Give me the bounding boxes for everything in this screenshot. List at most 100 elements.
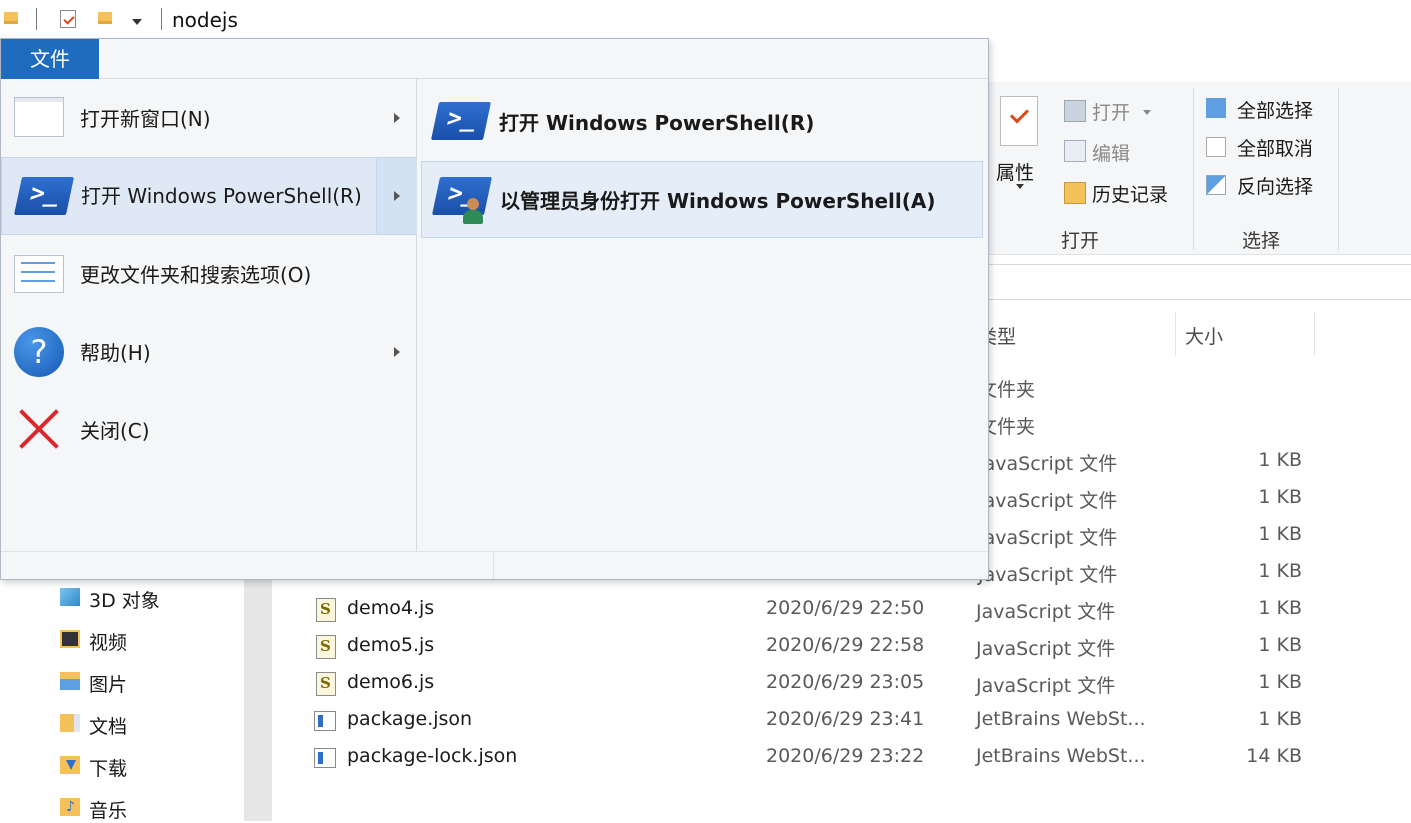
column-divider[interactable] [1175,312,1176,356]
cell-name: demo5.js [347,634,435,656]
group-label-open: 打开 [1061,230,1100,252]
cell-type: JetBrains WebSt... [976,708,1146,730]
json-file-icon [314,748,336,768]
menu-item-help[interactable]: ? 帮助(H) [1,313,417,389]
cell-type: JavaScript 文件 [978,453,1118,475]
pane-splitter[interactable] [244,580,272,821]
invert-selection-icon [1206,175,1226,195]
cell-type: JavaScript 文件 [978,527,1118,549]
submenu-item-open-powershell-admin[interactable]: >_ 以管理员身份打开 Windows PowerShell(A) [421,161,983,238]
properties-quick-icon[interactable] [60,10,76,28]
help-icon: ? [14,327,64,377]
column-header-size[interactable]: 大小 [1185,322,1223,349]
title-bar: nodejs [0,0,1411,38]
select-all-button[interactable]: 全部选择 [1237,96,1313,123]
cell-name: package.json [347,708,473,730]
submenu-item-label: 打开 Windows PowerShell(R) [499,111,815,135]
chevron-right-icon [394,113,400,123]
cell-date: 2020/6/29 23:22 [766,745,925,767]
table-row[interactable]: package-lock.json 2020/6/29 23:22 JetBra… [310,742,1310,776]
menu-item-label: 打开 Windows PowerShell(R) [81,184,362,208]
edit-button[interactable]: 编辑 [1092,139,1130,166]
nav-item-music[interactable]: 音乐 [89,796,127,823]
chevron-down-icon[interactable] [1143,110,1151,115]
cell-date: 2020/6/29 23:41 [766,708,925,730]
group-label-select: 选择 [1242,230,1281,252]
edit-icon [1064,140,1086,162]
menu-item-label: 更改文件夹和搜索选项(O) [80,263,312,287]
nav-item-pictures[interactable]: 图片 [89,670,127,697]
js-file-icon [316,598,336,622]
nav-item-3d-objects[interactable]: 3D 对象 [89,586,160,613]
music-icon: ♪ [60,798,80,816]
cell-size: 14 KB [1246,745,1302,767]
js-file-icon [316,672,336,696]
cell-size: 1 KB [1258,708,1302,730]
cell-size: 1 KB [1258,671,1302,693]
nav-item-documents[interactable]: 文档 [89,712,127,739]
chevron-right-icon [394,191,400,201]
navigation-pane: 3D 对象 视频 图片 文档 下载 ♪ 音乐 [0,580,244,823]
file-menu: 文件 打开新窗口(N) >_ 打开 Windows PowerShell(R) [0,38,989,580]
file-menu-footer [1,551,988,579]
cell-size: 1 KB [1258,449,1302,471]
cell-type: JavaScript 文件 [976,601,1116,623]
table-row[interactable]: demo5.js 2020/6/29 22:58 JavaScript 文件 1… [310,631,1310,665]
pictures-icon [60,672,80,690]
cell-type: JavaScript 文件 [976,638,1116,660]
menu-item-open-new-window[interactable]: 打开新窗口(N) [1,79,417,155]
select-all-icon [1206,98,1226,118]
group-divider [1193,88,1194,250]
menu-item-label: 帮助(H) [80,341,151,365]
invert-selection-button[interactable]: 反向选择 [1237,172,1313,199]
open-button[interactable]: 打开 [1092,98,1130,125]
cell-size: 1 KB [1258,486,1302,508]
table-row[interactable]: demo4.js 2020/6/29 22:50 JavaScript 文件 1… [310,594,1310,628]
select-none-icon [1206,137,1226,157]
cell-type: JavaScript 文件 [976,675,1116,697]
select-none-button[interactable]: 全部取消 [1237,134,1313,161]
cell-type: JetBrains WebSt... [976,745,1146,767]
history-icon [1064,182,1086,204]
cell-name: demo4.js [347,597,435,619]
chevron-down-icon[interactable] [1016,184,1024,189]
cell-size: 1 KB [1258,597,1302,619]
open-icon [1064,100,1086,122]
downloads-icon [60,756,80,774]
menu-item-folder-options[interactable]: 更改文件夹和搜索选项(O) [1,235,417,311]
folder-icon [4,12,18,24]
properties-button[interactable]: 属性 [996,158,1034,185]
cell-size: 1 KB [1258,523,1302,545]
ribbon: 属性 打开 编辑 历史记录 打开 全部选择 全部取消 反向选择 选择 [988,82,1411,255]
cell-date: 2020/6/29 22:50 [766,597,925,619]
column-divider[interactable] [1314,312,1315,356]
table-row[interactable]: package.json 2020/6/29 23:41 JetBrains W… [310,705,1310,739]
menu-item-close[interactable]: 关闭(C) [1,391,417,467]
customize-quick-access-icon[interactable] [132,19,142,25]
submenu-expander[interactable] [377,158,417,234]
menu-item-open-powershell[interactable]: >_ 打开 Windows PowerShell(R) [1,157,417,235]
js-file-icon [316,635,336,659]
cell-type: JavaScript 文件 [978,490,1118,512]
cell-date: 2020/6/29 22:58 [766,634,925,656]
toolbar-divider [36,8,37,30]
powershell-icon: >_ [13,177,75,215]
json-file-icon [314,711,336,731]
file-tab[interactable]: 文件 [1,39,99,79]
close-icon [17,407,61,451]
address-bar[interactable] [988,264,1411,300]
footer-divider [493,551,494,579]
submenu-item-open-powershell[interactable]: >_ 打开 Windows PowerShell(R) [421,83,983,159]
table-row[interactable]: demo6.js 2020/6/29 23:05 JavaScript 文件 1… [310,668,1310,702]
cell-type: JavaScript 文件 [978,564,1118,586]
nav-item-videos[interactable]: 视频 [89,628,127,655]
group-divider [1338,88,1339,250]
cell-size: 1 KB [1258,634,1302,656]
nav-item-downloads[interactable]: 下载 [89,754,127,781]
properties-icon[interactable] [1000,96,1038,146]
powershell-icon: >_ [430,102,492,140]
new-folder-quick-icon[interactable] [98,12,112,24]
cell-name: demo6.js [347,671,435,693]
menu-item-label: 关闭(C) [80,419,150,443]
history-button[interactable]: 历史记录 [1092,180,1168,207]
